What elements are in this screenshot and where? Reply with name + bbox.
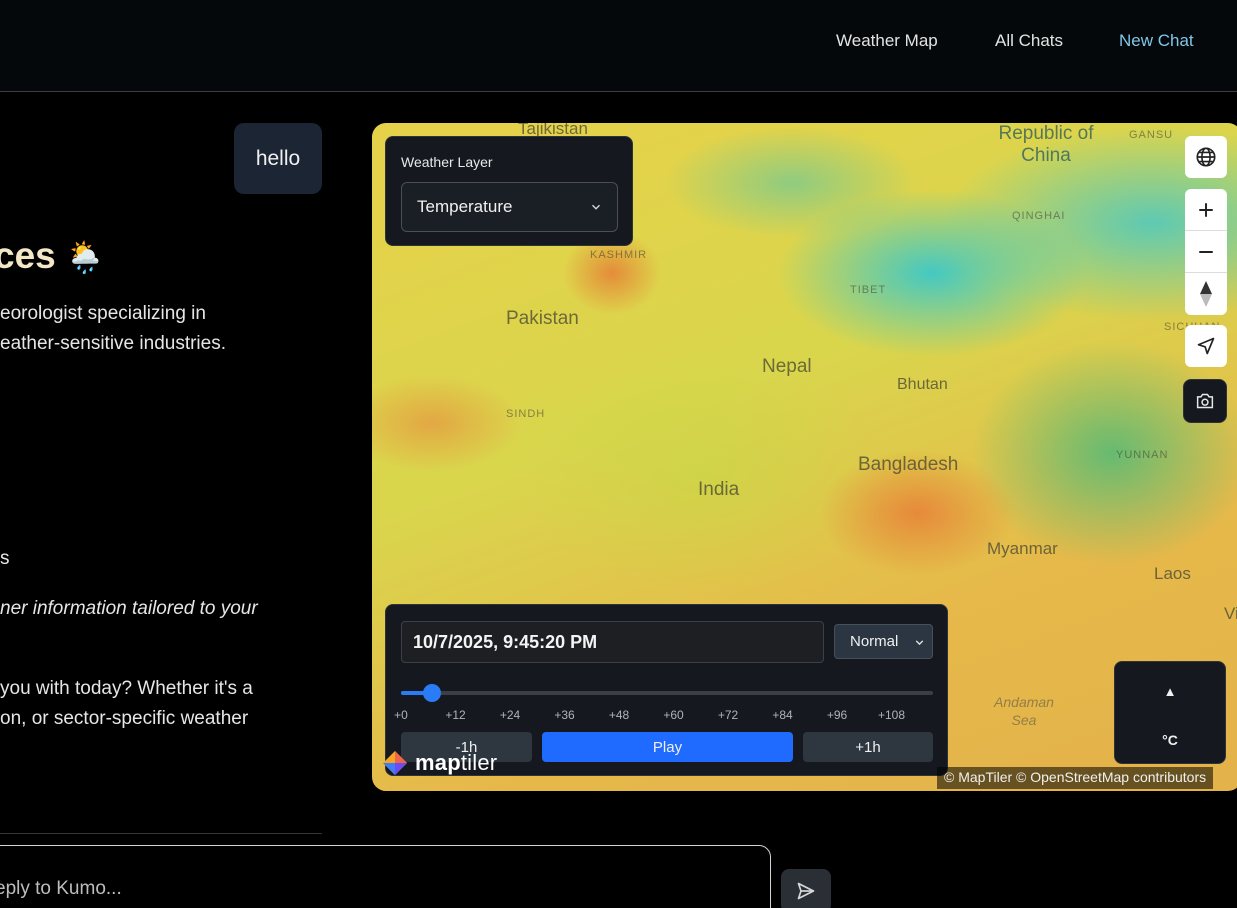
weather-layer-panel: Weather Layer Temperature — [385, 136, 633, 246]
weather-layer-value: Temperature — [417, 197, 513, 216]
message-input[interactable] — [0, 878, 741, 900]
logo-text-light: tiler — [460, 750, 498, 775]
timeline-tick-label: +72 — [717, 708, 739, 722]
send-icon — [797, 882, 815, 900]
zoom-out-button[interactable] — [1185, 231, 1227, 273]
timeline-tick-label: +108 — [877, 708, 906, 722]
weather-layer-title: Weather Layer — [401, 154, 493, 170]
top-navigation: Weather Map All Chats New Chat — [0, 0, 1237, 92]
geolocate-button[interactable] — [1185, 325, 1227, 367]
weather-emoji-icon: 🌦️ — [65, 240, 105, 275]
map-label-sindh: SINDH — [506, 408, 546, 420]
weather-layer-select[interactable]: Temperature — [401, 182, 618, 232]
map-label-pakistan: Pakistan — [506, 308, 579, 329]
unit-arrow-icon: ▲ — [1163, 684, 1177, 699]
map-label-nepal: Nepal — [762, 356, 812, 377]
logo-text-bold: map — [415, 750, 461, 775]
map-label-andaman-sea: Andaman Sea — [994, 694, 1054, 728]
timeline-tick-label: +24 — [499, 708, 521, 722]
assistant-list-fragment: s — [0, 548, 10, 569]
assistant-question-line: you with today? Whether it's a — [0, 678, 253, 699]
maptiler-logo-text: maptiler — [415, 750, 497, 776]
timeline-tick-label: +60 — [663, 708, 684, 722]
user-message-bubble: hello — [234, 123, 322, 194]
map-label-yunnan: YUNNAN — [1116, 449, 1169, 461]
weather-map[interactable]: Tajikistan Republic of China GANSU QINGH… — [372, 123, 1237, 791]
timeline-slider[interactable] — [401, 684, 933, 702]
nav-weather-map[interactable]: Weather Map — [836, 31, 938, 51]
map-label-bhutan: Bhutan — [897, 376, 948, 393]
timeline-tick-label: +12 — [445, 708, 466, 722]
map-label-bangladesh: Bangladesh — [858, 454, 959, 475]
globe-icon — [1196, 147, 1216, 167]
globe-control — [1185, 136, 1227, 178]
nav-all-chats[interactable]: All Chats — [995, 31, 1063, 51]
chat-divider — [0, 833, 322, 834]
map-label-qinghai: QINGHAI — [1012, 210, 1066, 222]
map-label-kashmir: KASHMIR — [590, 249, 648, 261]
maptiler-logo-icon — [383, 751, 407, 775]
play-button[interactable]: Play — [542, 732, 793, 762]
playback-speed-select[interactable]: Normal — [834, 624, 933, 659]
zoom-in-button[interactable] — [1185, 189, 1227, 231]
timeline-tick-label: +48 — [608, 708, 630, 722]
assistant-intro-line: eather-sensitive industries. — [0, 333, 226, 354]
timeline-tick-label: +36 — [554, 708, 575, 722]
timeline-tick-label: +96 — [826, 708, 848, 722]
timeline-tick-label: +0 — [394, 708, 408, 722]
map-label-laos: Laos — [1154, 564, 1191, 583]
zoom-controls — [1185, 189, 1227, 315]
compass-button[interactable] — [1185, 273, 1227, 315]
temperature-unit-toggle[interactable]: ▲ °C — [1114, 661, 1226, 764]
nav-new-chat[interactable]: New Chat — [1119, 31, 1194, 51]
map-label-china: Republic of China — [998, 123, 1094, 166]
unit-label: °C — [1162, 732, 1178, 748]
camera-icon — [1196, 393, 1214, 409]
message-composer — [0, 845, 771, 908]
geolocate-control — [1185, 325, 1227, 367]
zoom-in-icon — [1199, 202, 1213, 217]
step-forward-button[interactable]: +1h — [803, 732, 933, 762]
assistant-tagline: ner information tailored to your — [0, 598, 258, 619]
map-label-india: India — [698, 479, 740, 500]
map-label-vietnam: Vi — [1224, 604, 1237, 623]
chevron-down-icon — [915, 640, 924, 646]
assistant-intro-line: eorologist specializing in — [0, 303, 206, 324]
zoom-out-icon — [1199, 250, 1213, 253]
send-button[interactable] — [781, 869, 831, 908]
map-label-myanmar: Myanmar — [987, 539, 1058, 558]
chevron-down-icon — [591, 204, 601, 210]
timeline-slider-thumb[interactable] — [423, 684, 442, 702]
map-label-tibet: TIBET — [850, 284, 887, 296]
map-attribution[interactable]: © MapTiler © OpenStreetMap contributors — [937, 767, 1214, 789]
compass-icon — [1200, 281, 1212, 307]
map-label-gansu: GANSU — [1129, 129, 1174, 141]
timeline-tick-label: +84 — [772, 708, 793, 722]
globe-button[interactable] — [1185, 136, 1227, 178]
maptiler-logo[interactable]: maptiler — [381, 749, 497, 777]
timeline-datetime: 10/7/2025, 9:45:20 PM — [401, 621, 824, 663]
geolocate-icon — [1197, 337, 1215, 355]
assistant-heading-text: ces — [0, 235, 56, 276]
playback-speed-value: Normal — [850, 633, 899, 650]
screenshot-button[interactable] — [1183, 379, 1227, 423]
assistant-question-line: on, or sector-specific weather — [0, 708, 249, 729]
assistant-heading: ces 🌦️ — [0, 234, 104, 280]
